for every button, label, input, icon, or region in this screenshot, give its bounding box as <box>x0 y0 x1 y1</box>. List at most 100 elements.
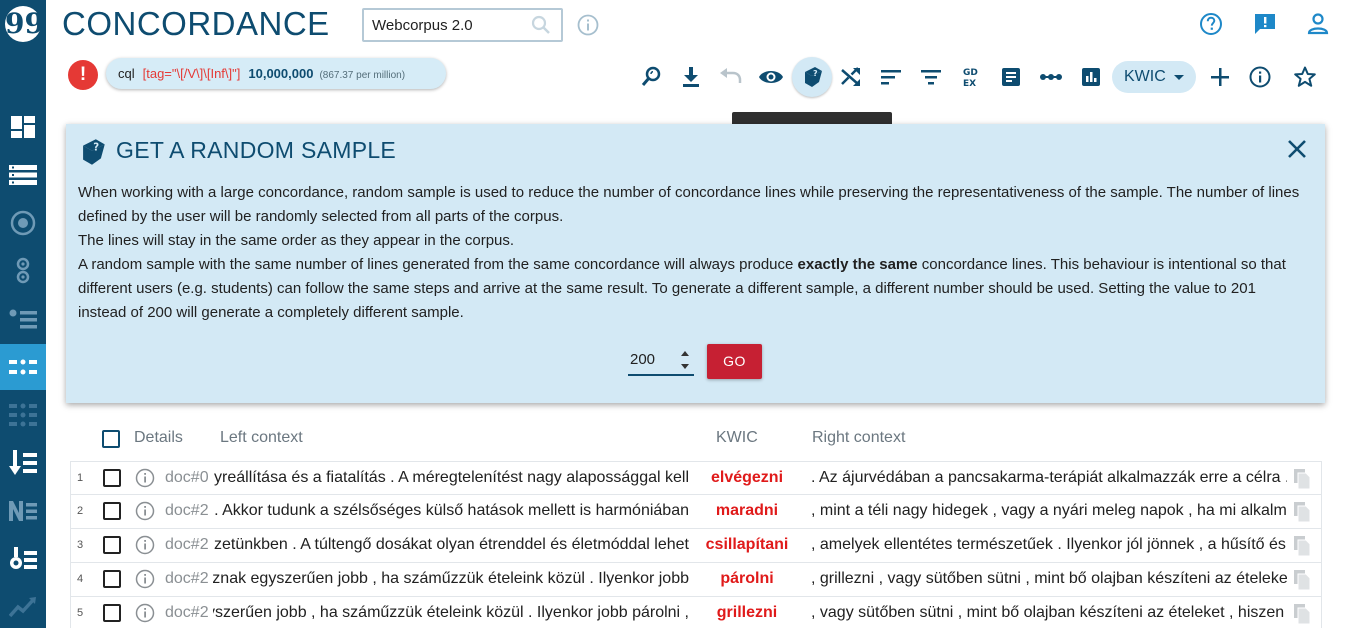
error-icon[interactable]: ! <box>68 60 98 90</box>
kwic-word[interactable]: párolni <box>689 570 805 588</box>
sidebar-item-thesaurus[interactable] <box>0 296 46 342</box>
emphasis-text: exactly the same <box>797 256 918 273</box>
select-all-checkbox[interactable] <box>102 430 120 448</box>
svg-text:?: ? <box>93 143 99 154</box>
add-button[interactable] <box>1202 59 1238 95</box>
panel-title: GET A RANDOM SAMPLE <box>116 137 397 163</box>
text-types-button[interactable] <box>993 59 1029 95</box>
description-paragraph: The lines will stay in the same order as… <box>78 232 515 249</box>
details-info-icon[interactable] <box>135 603 155 623</box>
sidebar-item-concordance[interactable] <box>0 344 46 390</box>
target-icon <box>10 210 36 236</box>
filter-button[interactable] <box>913 59 949 95</box>
corpus-name: Webcorpus 2.0 <box>372 17 473 34</box>
go-button[interactable]: GO <box>707 344 762 379</box>
download-button[interactable] <box>673 59 709 95</box>
view-mode-dropdown[interactable]: KWIC <box>1112 61 1196 93</box>
app-logo[interactable]: 99 <box>5 6 44 42</box>
copy-icon[interactable] <box>1293 468 1311 490</box>
row-checkbox[interactable] <box>103 469 121 487</box>
user-account-icon[interactable] <box>1307 12 1329 36</box>
doc-id[interactable]: doc#2 <box>165 502 211 520</box>
details-info-icon[interactable] <box>135 535 155 555</box>
right-context: , mint a téli nagy hidegek , vagy a nyár… <box>811 502 1287 519</box>
sidebar-item-collocations[interactable] <box>0 440 46 486</box>
left-context: iznak egyszerűen jobb , ha száműzzük éte… <box>213 570 689 587</box>
column-header-right-context: Right context <box>812 429 906 446</box>
doc-id[interactable]: doc#2 <box>165 570 211 588</box>
table-row: 5 doc#2 yszerűen jobb , ha száműzzük éte… <box>70 597 1322 628</box>
info-icon <box>1249 66 1271 88</box>
page-title: CONCORDANCE <box>62 5 330 42</box>
plus-icon <box>1211 68 1229 86</box>
sidebar-item-sketch-diff[interactable] <box>0 248 46 294</box>
gdex-button[interactable]: GD EX <box>953 59 989 95</box>
copy-icon[interactable] <box>1293 535 1311 557</box>
random-sample-icon: ? <box>83 139 105 165</box>
collocations-button[interactable] <box>1033 59 1069 95</box>
concordance-icon <box>9 359 37 375</box>
copy-icon[interactable] <box>1293 501 1311 523</box>
doc-id[interactable]: doc#2 <box>165 536 211 554</box>
sample-size-input[interactable]: 200 <box>628 346 694 376</box>
sidebar-item-dashboard[interactable] <box>0 104 46 150</box>
row-number: 1 <box>77 472 84 484</box>
corpus-selector[interactable]: Webcorpus 2.0 <box>362 8 563 42</box>
keywords-icon <box>10 547 37 569</box>
right-context: . Az ájurvédában a pancsakarma-terápiát … <box>811 469 1287 486</box>
table-header: Details Left context KWIC Right context <box>70 420 1324 456</box>
details-info-icon[interactable] <box>135 468 155 488</box>
shuffle-button[interactable] <box>833 59 869 95</box>
query-summary-chip[interactable]: cql [tag="\[/V\]\[Inf\]"] 10,000,000 (867.3… <box>106 58 446 89</box>
search-again-button[interactable] <box>634 59 670 95</box>
row-checkbox[interactable] <box>103 536 121 554</box>
sidebar-item-keywords[interactable] <box>0 536 46 582</box>
left-context: . Akkor tudunk a szélsőséges külső hatás… <box>214 502 689 519</box>
undo-button[interactable] <box>713 59 749 95</box>
kwic-word[interactable]: maradni <box>689 502 805 520</box>
random-sample-button[interactable]: ? <box>792 57 832 97</box>
sidebar-item-parallel[interactable] <box>0 392 46 438</box>
row-checkbox[interactable] <box>103 502 121 520</box>
query-type: cql <box>118 66 135 81</box>
sort-icon <box>881 70 901 85</box>
doc-id[interactable]: doc#2 <box>165 604 211 622</box>
help-icon[interactable] <box>1199 12 1223 36</box>
random-sample-icon: ? <box>805 67 822 87</box>
list-rows-icon <box>9 165 37 185</box>
copy-icon[interactable] <box>1293 569 1311 591</box>
kwic-word[interactable]: grillezni <box>689 604 805 622</box>
frequency-button[interactable] <box>1073 59 1109 95</box>
details-info-icon[interactable] <box>135 569 155 589</box>
svg-text:GD: GD <box>963 68 978 78</box>
table-row: 4 doc#2 iznak egyszerűen jobb , ha számű… <box>70 563 1322 597</box>
copy-icon[interactable] <box>1293 603 1311 625</box>
kwic-word[interactable]: csillapítani <box>689 536 805 554</box>
sidebar-item-word-list[interactable] <box>0 152 46 198</box>
dashboard-icon <box>11 116 35 138</box>
details-info-icon[interactable] <box>135 501 155 521</box>
feedback-icon[interactable] <box>1253 12 1277 36</box>
number-stepper[interactable] <box>678 346 692 374</box>
kwic-word[interactable]: elvégezni <box>689 469 805 487</box>
bullet-list-icon <box>9 309 37 329</box>
info-button[interactable] <box>1242 59 1278 95</box>
row-number: 3 <box>77 539 84 551</box>
view-mode-label: KWIC <box>1124 68 1166 85</box>
doc-id[interactable]: doc#0 <box>165 469 211 487</box>
sidebar-item-word-sketch[interactable] <box>0 200 46 246</box>
view-options-button[interactable] <box>753 59 789 95</box>
row-checkbox[interactable] <box>103 570 121 588</box>
sidebar-item-n-grams[interactable] <box>0 488 46 534</box>
sample-size-value: 200 <box>630 351 656 368</box>
double-circle-icon <box>16 257 30 284</box>
favourite-button[interactable] <box>1287 59 1323 95</box>
table-row: 2 doc#2 . Akkor tudunk a szélsőséges kül… <box>70 495 1322 529</box>
close-icon[interactable] <box>1286 138 1308 160</box>
search-icon <box>531 15 550 34</box>
row-checkbox[interactable] <box>103 604 121 622</box>
corpus-info-icon[interactable] <box>577 14 599 36</box>
sidebar-item-trends[interactable] <box>0 584 46 628</box>
column-header-kwic: KWIC <box>716 429 758 446</box>
sort-button[interactable] <box>873 59 909 95</box>
